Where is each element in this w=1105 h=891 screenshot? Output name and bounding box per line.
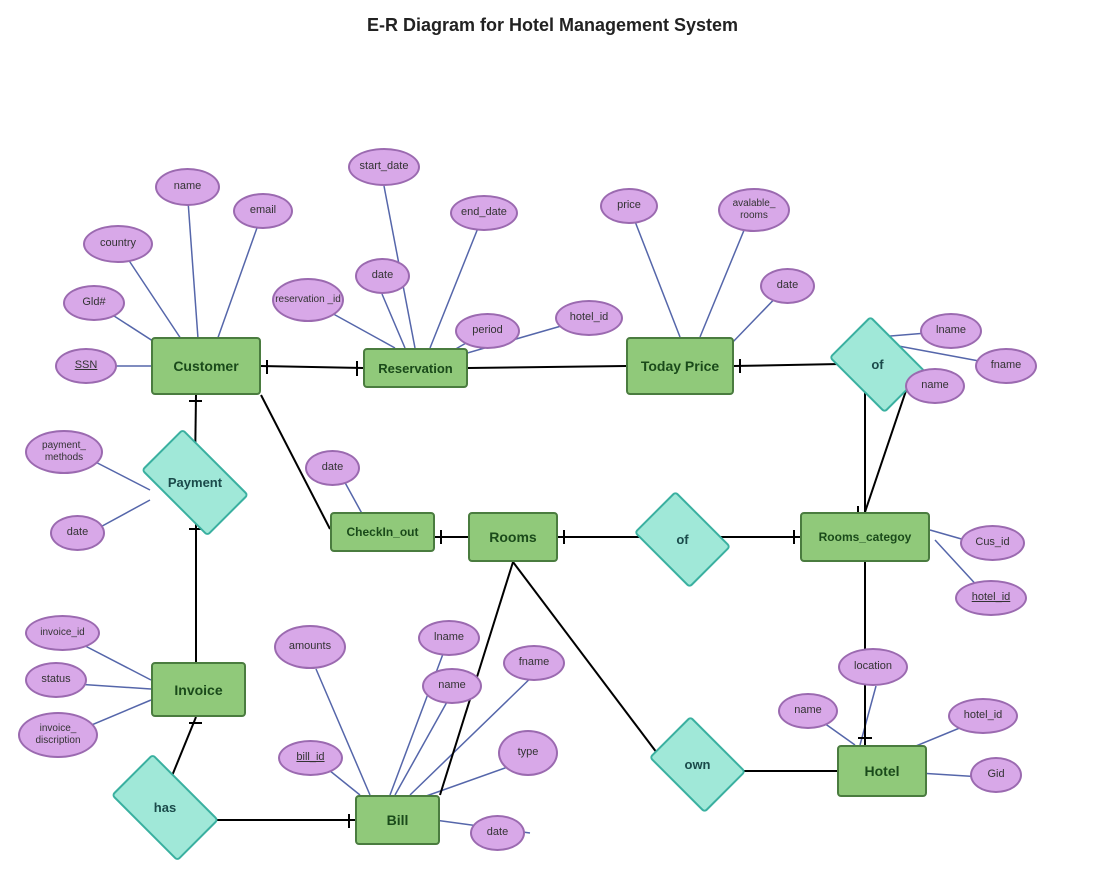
er-diagram-canvas: E-R Diagram for Hotel Management System (0, 0, 1105, 891)
attr-date4: date (470, 815, 525, 851)
attr-fname1: fname (975, 348, 1037, 384)
attr-end-date: end_date (450, 195, 518, 231)
entity-invoice: Invoice (151, 662, 246, 717)
attr-name3: name (422, 668, 482, 704)
entity-checkin-out: CheckIn_out (330, 512, 435, 552)
attr-price: price (600, 188, 658, 224)
attr-inv-desc: invoice_ discription (18, 712, 98, 758)
attr-hotel-id2: hotel_id (955, 580, 1027, 616)
attr-gid: Gld# (63, 285, 125, 321)
entity-rooms-categoy: Rooms_categoy (800, 512, 930, 562)
diamond-of2: of (645, 512, 720, 567)
attr-invoice-id: invoice_id (25, 615, 100, 651)
attr-gid2: Gid (970, 757, 1022, 793)
attr-period: period (455, 313, 520, 349)
attr-cus-id: Cus_id (960, 525, 1025, 561)
attr-location: location (838, 648, 908, 686)
attr-bill-id: bill_id (278, 740, 343, 776)
attr-name2: name (905, 368, 965, 404)
attr-country: country (83, 225, 153, 263)
attr-ssn: SSN (55, 348, 117, 384)
attr-name4: name (778, 693, 838, 729)
attr-hotel-id3: hotel_id (948, 698, 1018, 734)
attr-date2: date (760, 268, 815, 304)
diamond-has: has (120, 780, 210, 835)
attr-status: status (25, 662, 87, 698)
attr-res-id: reservation _id (272, 278, 344, 322)
diagram-title: E-R Diagram for Hotel Management System (367, 15, 738, 36)
entity-today-price: Today Price (626, 337, 734, 395)
attr-type: type (498, 730, 558, 776)
entity-bill: Bill (355, 795, 440, 845)
entity-reservation: Reservation (363, 348, 468, 388)
attr-date-ci: date (305, 450, 360, 486)
entity-rooms: Rooms (468, 512, 558, 562)
attr-amounts: amounts (274, 625, 346, 669)
attr-hotel-id1: hotel_id (555, 300, 623, 336)
attr-fname2: fname (503, 645, 565, 681)
attr-lname1: lname (920, 313, 982, 349)
attr-date1: date (355, 258, 410, 294)
attr-name1: name (155, 168, 220, 206)
attr-pay-methods: payment_ methods (25, 430, 103, 474)
entity-hotel: Hotel (837, 745, 927, 797)
diamond-own: own (660, 737, 735, 792)
entity-customer: Customer (151, 337, 261, 395)
attr-lname2: lname (418, 620, 480, 656)
attr-start-date: start_date (348, 148, 420, 186)
diamond-of1: of (840, 337, 915, 392)
attr-date3: date (50, 515, 105, 551)
diamond-payment: Payment (150, 455, 240, 510)
attr-avail-rooms: avalable_ rooms (718, 188, 790, 232)
attr-email: email (233, 193, 293, 229)
